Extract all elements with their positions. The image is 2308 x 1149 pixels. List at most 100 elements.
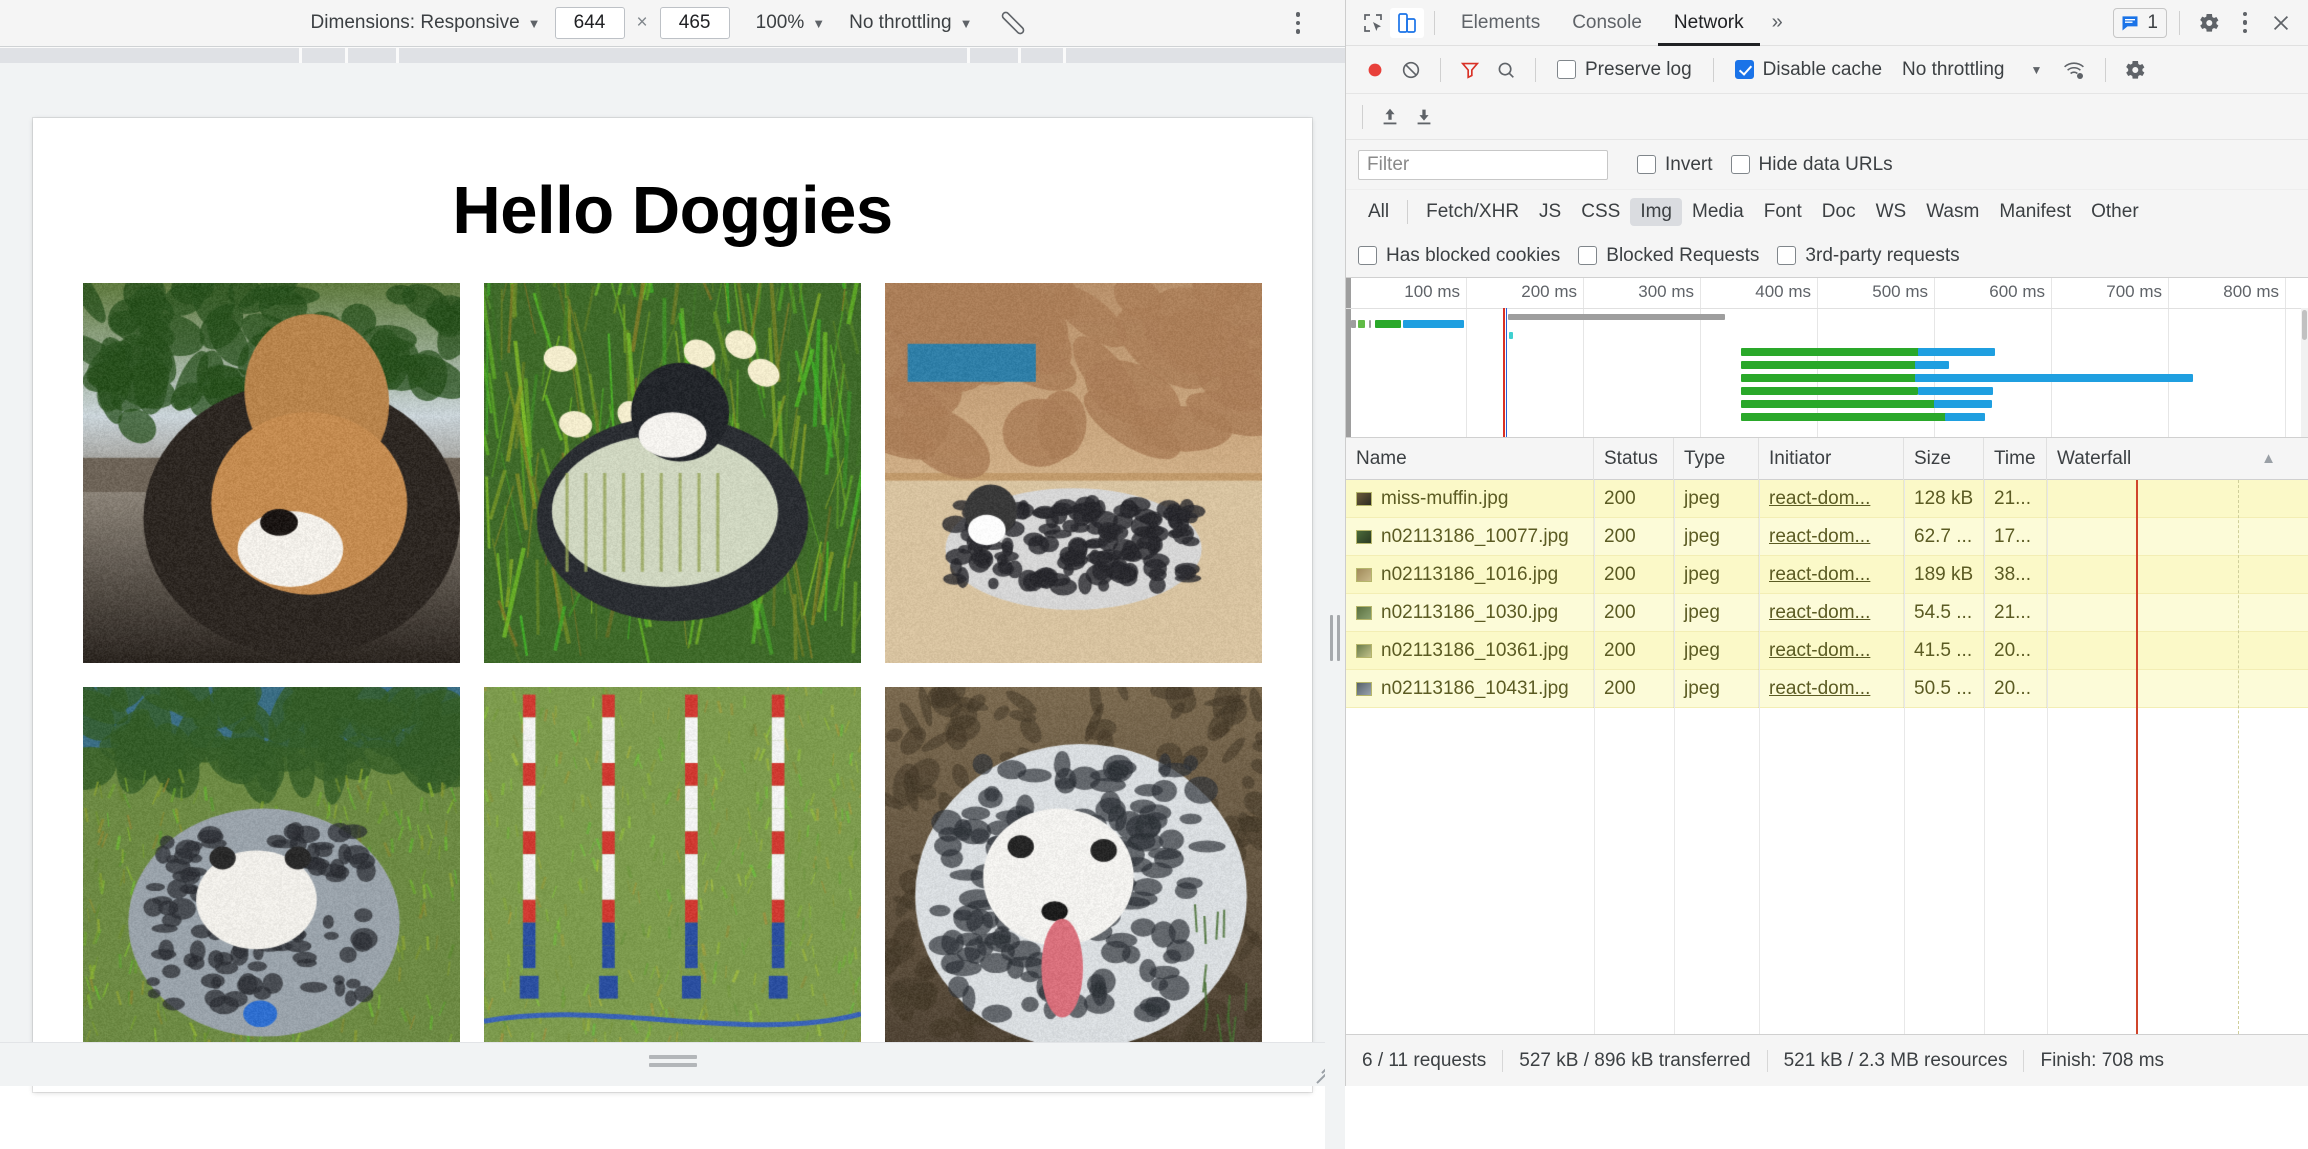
page-title: Hello Doggies: [83, 118, 1262, 283]
network-filter-bar: Invert Hide data URLs: [1346, 140, 2308, 190]
column-header-initiator[interactable]: Initiator: [1759, 438, 1904, 480]
rotate-device-button[interactable]: [982, 10, 1044, 36]
pane-splitter[interactable]: [1325, 126, 1345, 1149]
import-har-button[interactable]: [1373, 102, 1407, 132]
initiator-link[interactable]: react-dom...: [1769, 564, 1870, 586]
type-filter-fetch-xhr[interactable]: Fetch/XHR: [1416, 198, 1529, 226]
zoom-label: 100%: [756, 12, 805, 34]
table-row[interactable]: n02113186_10431.jpg 200 jpeg react-dom... 50…: [1346, 670, 2308, 708]
invert-filter-checkbox[interactable]: Invert: [1628, 154, 1722, 176]
image-item[interactable]: [83, 283, 460, 663]
network-toolbar: Preserve log Disable cache No throttling…: [1346, 46, 2308, 94]
page-viewport[interactable]: Hello Doggies: [33, 118, 1312, 1092]
table-body[interactable]: miss-muffin.jpg 200 jpeg react-dom... 128 kB…: [1346, 480, 2308, 1034]
cell-status: 200: [1594, 556, 1674, 594]
network-overview-timeline[interactable]: 100 ms 200 ms 300 ms 400 ms 500 ms 600 m…: [1346, 278, 2308, 438]
export-har-button[interactable]: [1407, 102, 1441, 132]
type-filter-all[interactable]: All: [1358, 198, 1399, 226]
cell-waterfall: [2047, 480, 2308, 518]
initiator-link[interactable]: react-dom...: [1769, 526, 1870, 548]
type-filter-css[interactable]: CSS: [1571, 198, 1630, 226]
viewport-width-input[interactable]: [555, 7, 625, 39]
tab-network[interactable]: Network: [1658, 0, 1760, 46]
has-blocked-cookies-checkbox[interactable]: Has blocked cookies: [1358, 245, 1569, 267]
overview-tick-label: 400 ms: [1755, 282, 1817, 302]
filter-input[interactable]: [1358, 150, 1608, 180]
cell-status: 200: [1594, 632, 1674, 670]
checkbox-box: [1735, 60, 1754, 79]
clear-network-log-button[interactable]: [1394, 55, 1428, 85]
toggle-filter-button[interactable]: [1453, 55, 1487, 85]
tab-elements[interactable]: Elements: [1445, 0, 1556, 46]
image-item[interactable]: [885, 283, 1262, 663]
third-party-requests-checkbox[interactable]: 3rd-party requests: [1768, 245, 1968, 267]
initiator-link[interactable]: react-dom...: [1769, 640, 1870, 662]
type-filter-font[interactable]: Font: [1754, 198, 1812, 226]
devtools-close-button[interactable]: [2264, 8, 2298, 38]
cell-type: jpeg: [1674, 594, 1759, 632]
devtools-main-menu-button[interactable]: [2228, 8, 2262, 38]
type-filter-wasm[interactable]: Wasm: [1916, 198, 1989, 226]
status-resources: 521 kB / 2.3 MB resources: [1768, 1050, 2025, 1072]
network-throttling-dropdown[interactable]: No throttling ▼: [1893, 59, 2055, 81]
hide-data-urls-checkbox[interactable]: Hide data URLs: [1722, 154, 1902, 176]
image-item[interactable]: [885, 687, 1262, 1067]
image-item[interactable]: [484, 687, 861, 1067]
device-toolbar-more-button[interactable]: [1285, 10, 1311, 36]
network-settings-button[interactable]: [2118, 55, 2152, 85]
type-filter-js[interactable]: JS: [1529, 198, 1571, 226]
initiator-link[interactable]: react-dom...: [1769, 488, 1870, 510]
viewport-height-input[interactable]: [660, 7, 730, 39]
initiator-link[interactable]: react-dom...: [1769, 602, 1870, 624]
tab-console[interactable]: Console: [1556, 0, 1658, 46]
column-header-waterfall[interactable]: Waterfall ▲: [2047, 438, 2308, 480]
overview-scrollbar[interactable]: [2301, 308, 2308, 437]
image-item[interactable]: [83, 687, 460, 1067]
toolbar-divider: [1434, 11, 1435, 35]
rendered-page: Hello Doggies: [33, 118, 1312, 1092]
status-requests: 6 / 11 requests: [1346, 1050, 1503, 1072]
column-header-size[interactable]: Size: [1904, 438, 1984, 480]
blocked-requests-checkbox[interactable]: Blocked Requests: [1569, 245, 1768, 267]
network-conditions-button[interactable]: [2057, 55, 2091, 85]
record-button[interactable]: [1358, 55, 1392, 85]
initiator-link[interactable]: react-dom...: [1769, 678, 1870, 700]
preserve-log-checkbox[interactable]: Preserve log: [1548, 59, 1701, 81]
viewport-height-resize-handle[interactable]: [649, 1055, 697, 1067]
column-header-name[interactable]: Name: [1346, 438, 1594, 480]
cell-size: 62.7 ...: [1904, 518, 1984, 556]
more-tabs-button[interactable]: »: [1760, 11, 1795, 34]
cell-waterfall: [2047, 670, 2308, 708]
table-row[interactable]: n02113186_1030.jpg 200 jpeg react-dom... 54.…: [1346, 594, 2308, 632]
request-thumbnail-icon: [1356, 530, 1372, 544]
type-filter-manifest[interactable]: Manifest: [1989, 198, 2081, 226]
column-header-type[interactable]: Type: [1674, 438, 1759, 480]
table-row[interactable]: n02113186_1016.jpg 200 jpeg react-dom... 189…: [1346, 556, 2308, 594]
record-stop-icon: [1364, 59, 1386, 81]
type-filter-ws[interactable]: WS: [1866, 198, 1917, 226]
table-row[interactable]: miss-muffin.jpg 200 jpeg react-dom... 128 kB…: [1346, 480, 2308, 518]
type-filter-other[interactable]: Other: [2081, 198, 2149, 226]
zoom-dropdown[interactable]: 100% ▼: [734, 12, 839, 34]
toggle-device-toolbar-button[interactable]: [1390, 8, 1424, 38]
image-item[interactable]: [484, 283, 861, 663]
type-filter-doc[interactable]: Doc: [1812, 198, 1866, 226]
chevron-down-icon: ▼: [2026, 63, 2046, 77]
type-filter-img[interactable]: Img: [1630, 198, 1682, 226]
table-row[interactable]: n02113186_10077.jpg 200 jpeg react-dom... 62…: [1346, 518, 2308, 556]
inspect-element-button[interactable]: [1356, 8, 1390, 38]
cell-name: n02113186_10361.jpg: [1346, 632, 1594, 670]
device-throttling-dropdown[interactable]: No throttling ▼: [839, 12, 982, 34]
has-blocked-cookies-label: Has blocked cookies: [1386, 245, 1560, 267]
status-transferred: 527 kB / 896 kB transferred: [1503, 1050, 1767, 1072]
search-button[interactable]: [1489, 55, 1523, 85]
table-row[interactable]: n02113186_10361.jpg 200 jpeg react-dom... 41…: [1346, 632, 2308, 670]
dimensions-dropdown[interactable]: Dimensions: Responsive ▼: [301, 12, 551, 34]
column-header-time[interactable]: Time: [1984, 438, 2047, 480]
issues-counter-button[interactable]: 1: [2113, 8, 2167, 38]
cell-initiator: react-dom...: [1759, 518, 1904, 556]
type-filter-media[interactable]: Media: [1682, 198, 1754, 226]
column-header-status[interactable]: Status: [1594, 438, 1674, 480]
disable-cache-checkbox[interactable]: Disable cache: [1726, 59, 1891, 81]
devtools-settings-button[interactable]: [2192, 8, 2226, 38]
